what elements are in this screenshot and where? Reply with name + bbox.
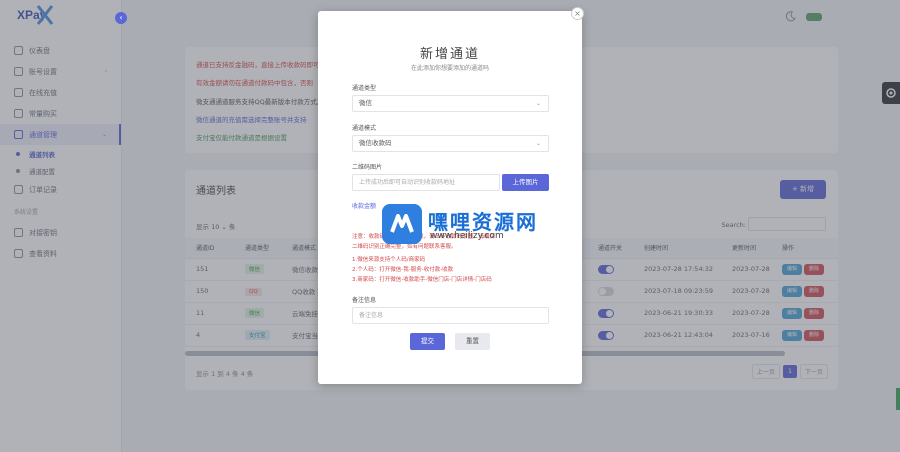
hint-title: 收款金额 [352, 203, 377, 210]
remark-label: 备注信息 [352, 297, 377, 304]
reset-button[interactable]: 重置 [455, 333, 490, 350]
sidebar-collapse-button[interactable]: ‹ [115, 12, 127, 24]
chevron-down-icon: ⌄ [535, 100, 541, 107]
channel-mode-select[interactable]: 微信收款码 ⌄ [352, 135, 549, 152]
submit-button[interactable]: 提交 [410, 333, 445, 350]
close-icon[interactable]: × [571, 7, 584, 20]
qrcode-input[interactable]: 上传成功后即可自动识别收款码地址 [352, 174, 500, 191]
channel-mode-label: 通道模式 [352, 125, 377, 132]
qrcode-label: 二维码图片 [352, 164, 383, 171]
modal-title: 新增通道 [419, 47, 480, 62]
hint-line: 2.个人码：打开微信-我-服务-收付款-收款 [352, 267, 454, 273]
channel-type-label: 通道类型 [352, 85, 377, 92]
chevron-down-icon: ⌄ [535, 140, 541, 147]
channel-mode-value: 微信收款码 [359, 139, 392, 147]
hint-line: 3.商家码：打开微信-收款助手-微信门店-门店详情-门店码 [352, 277, 492, 283]
upload-image-button[interactable]: 上传图片 [502, 174, 549, 191]
hint-line: 1.微信来源支持个人码/商家码 [352, 257, 426, 263]
channel-type-select[interactable]: 微信 ⌄ [352, 95, 549, 112]
add-channel-modal: × 新增通道 在此添加你想要添加的通道吗 通道类型 微信 ⌄ 通道模式 微信收款… [318, 7, 584, 384]
modal-subtitle: 在此添加你想要添加的通道吗 [410, 65, 489, 72]
watermark-url: www.heilizy.com [430, 231, 504, 241]
channel-type-value: 微信 [359, 99, 372, 107]
watermark-logo-icon [382, 204, 422, 244]
remark-input[interactable]: 备注信息 [352, 307, 549, 324]
watermark: 嘿哩资源网 www.heilizy.com [382, 202, 552, 246]
